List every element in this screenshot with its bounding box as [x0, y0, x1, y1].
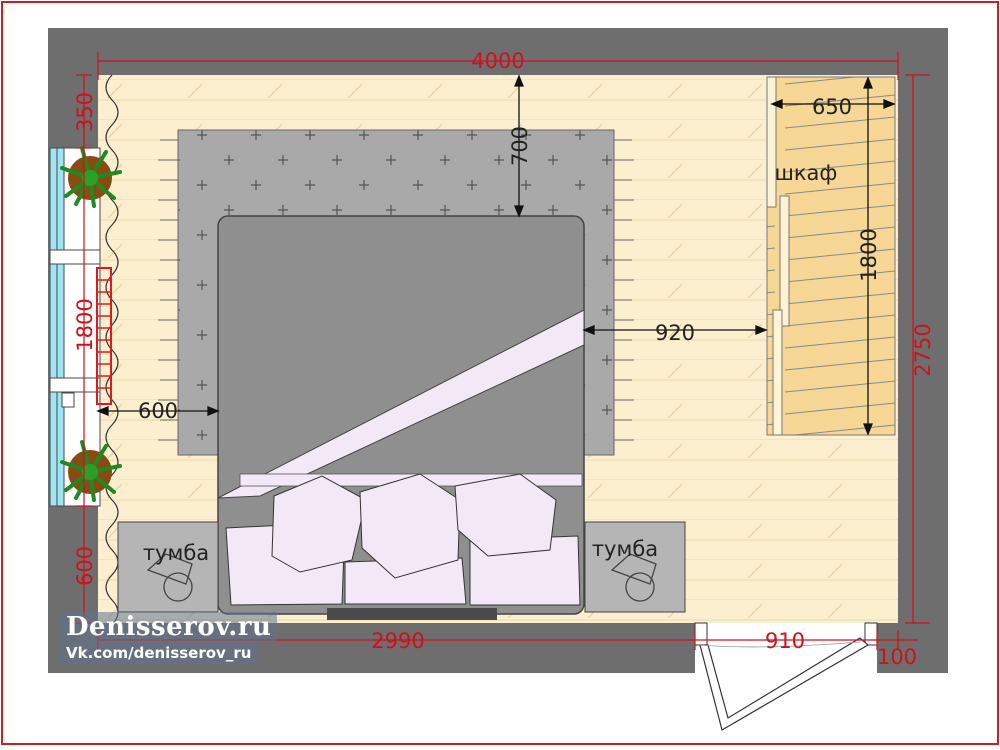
window-frame-divider [49, 249, 101, 265]
dim-wall-bottom: 600 [73, 546, 97, 586]
dim-wall-to-door: 2990 [371, 629, 424, 653]
dim-door-width: 910 [765, 629, 805, 653]
window-handle [61, 392, 75, 408]
label-nightstand-right: тумба [592, 537, 658, 561]
dim-room-width: 4000 [471, 49, 524, 73]
nightstand-right-shape [584, 521, 686, 613]
dim-bed-to-top: 700 [508, 126, 532, 166]
nightstand-left-shape [117, 521, 219, 613]
dim-bed-to-wall: 600 [138, 399, 178, 423]
label-nightstand-left: тумба [143, 541, 209, 565]
dim-room-depth: 2750 [911, 323, 935, 376]
pillows [225, 473, 581, 606]
dim-wall-top: 350 [73, 92, 97, 132]
dim-wardrobe-depth: 650 [812, 95, 852, 119]
watermark-title: Denisserov.ru [60, 612, 278, 642]
dim-wardrobe-length: 1800 [857, 228, 881, 281]
window-frame-divider [49, 377, 101, 393]
floor-plan: 4000 2750 350 1800 600 2990 910 100 600 … [0, 0, 1000, 746]
dim-bed-to-wardrobe: 920 [655, 321, 695, 345]
door-jamb-right [864, 622, 878, 646]
dim-window: 1800 [73, 298, 97, 351]
dim-door-offset: 100 [877, 645, 917, 669]
watermark-subtitle: Vk.com/denisserov_ru [60, 642, 258, 664]
label-wardrobe: шкаф [775, 161, 838, 185]
door-jamb-left [694, 622, 708, 646]
